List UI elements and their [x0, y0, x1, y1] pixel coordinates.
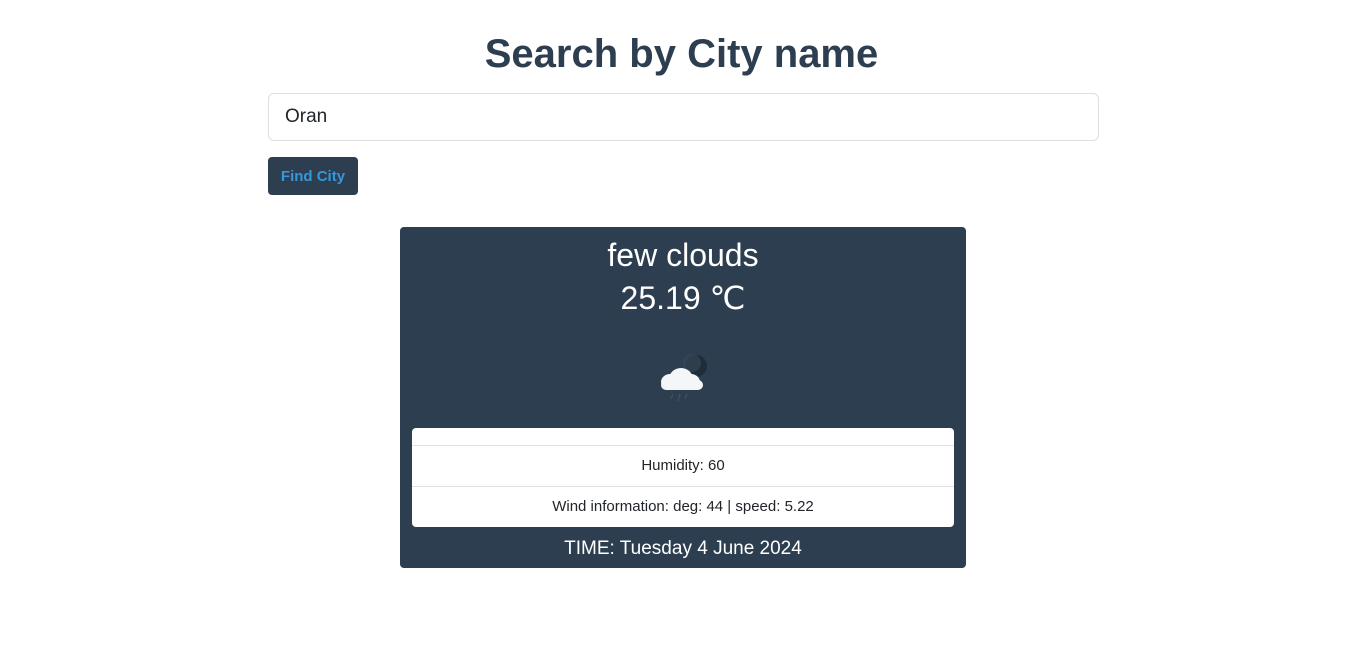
weather-time: TIME: Tuesday 4 June 2024: [564, 538, 802, 559]
weather-card: few clouds 25.19 ℃ Humidity: 60 Wind inf…: [400, 227, 966, 568]
weather-info-list: Humidity: 60 Wind information: deg: 44 |…: [412, 428, 954, 527]
cloud-night-rain-icon: [653, 349, 713, 405]
page-title: Search by City name: [484, 32, 879, 76]
weather-condition: few clouds: [607, 237, 759, 273]
list-item: [412, 428, 954, 445]
weather-temperature: 25.19 ℃: [620, 280, 746, 316]
wind-item: Wind information: deg: 44 | speed: 5.22: [412, 486, 954, 527]
humidity-item: Humidity: 60: [412, 445, 954, 486]
search-input[interactable]: [268, 93, 1099, 141]
find-city-button[interactable]: Find City: [268, 157, 358, 195]
